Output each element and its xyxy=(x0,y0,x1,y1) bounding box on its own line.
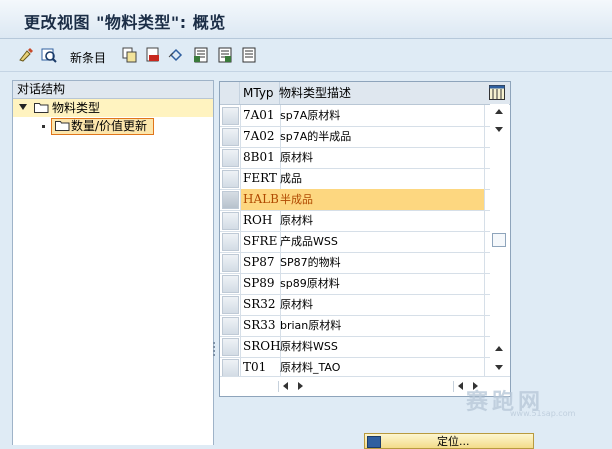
tree-bullet-icon xyxy=(42,125,45,128)
cell-mtyp[interactable]: SROH xyxy=(240,336,281,357)
cell-mtyp[interactable]: T01 xyxy=(240,357,281,378)
cell-mtyp[interactable]: 7A01 xyxy=(240,105,281,126)
row-selector[interactable] xyxy=(222,338,239,356)
cell-description[interactable]: brian原材料 xyxy=(278,315,485,336)
dialog-structure-header: 对话结构 xyxy=(13,81,213,99)
cell-description[interactable]: 原材料 xyxy=(278,210,485,231)
cell-mtyp[interactable]: SR32 xyxy=(240,294,281,315)
row-selector[interactable] xyxy=(222,296,239,314)
table-row[interactable]: 8B01 原材料 xyxy=(220,147,490,169)
table-row[interactable]: SFRE 产成品WSS xyxy=(220,231,490,253)
folder-icon xyxy=(55,121,70,131)
table-row[interactable]: FERT 成品 xyxy=(220,168,490,190)
cell-mtyp[interactable]: SP89 xyxy=(240,273,281,294)
row-selector[interactable] xyxy=(222,107,239,125)
scroll-down-icon[interactable] xyxy=(495,365,503,370)
table-row[interactable]: SR32 原材料 xyxy=(220,294,490,316)
cell-description[interactable]: 半成品 xyxy=(278,189,485,210)
cell-mtyp[interactable]: SP87 xyxy=(240,252,281,273)
position-button[interactable]: 定位... xyxy=(364,433,534,449)
row-selector[interactable] xyxy=(222,128,239,146)
panel-splitter[interactable] xyxy=(213,340,216,360)
cell-mtyp[interactable]: FERT xyxy=(240,168,281,189)
cell-description[interactable]: sp7A的半成品 xyxy=(278,126,485,147)
display-change-icon[interactable] xyxy=(18,47,34,63)
scroll-page-up-icon[interactable] xyxy=(495,346,503,351)
scroll-left-icon[interactable] xyxy=(458,382,463,390)
cell-mtyp[interactable]: 8B01 xyxy=(240,147,281,168)
row-selector[interactable] xyxy=(222,170,239,188)
table-row[interactable]: HALB 半成品 xyxy=(220,189,490,211)
expand-triangle-icon[interactable] xyxy=(19,104,27,110)
select-all-column-header[interactable] xyxy=(220,82,240,104)
table-header: MTyp 物料类型描述 xyxy=(220,82,510,105)
new-entries-button[interactable]: 新条目 xyxy=(70,49,106,66)
cell-description[interactable]: SP87的物料 xyxy=(278,252,485,273)
deselect-all-icon[interactable] xyxy=(241,47,257,63)
tree-node-label: 数量/价值更新 xyxy=(71,119,148,133)
cell-mtyp[interactable]: ROH xyxy=(240,210,281,231)
title-bar: 更改视图 "物料类型": 概览 xyxy=(0,0,612,39)
table-row[interactable]: 7A01 sp7A原材料 xyxy=(220,105,490,127)
column-header-mtyp[interactable]: MTyp xyxy=(240,82,280,104)
cell-mtyp[interactable]: SR33 xyxy=(240,315,281,336)
row-selector[interactable] xyxy=(222,254,239,272)
cell-description[interactable]: sp7A原材料 xyxy=(278,105,485,126)
table-row[interactable]: 7A02 sp7A的半成品 xyxy=(220,126,490,148)
table-row[interactable]: SR33 brian原材料 xyxy=(220,315,490,337)
position-icon xyxy=(367,436,381,448)
tree-node-quantity-value-update[interactable]: 数量/价值更新 xyxy=(13,117,213,135)
select-all-icon[interactable] xyxy=(193,47,209,63)
cell-description[interactable]: 原材料 xyxy=(278,147,485,168)
window-title: 更改视图 "物料类型": 概览 xyxy=(24,13,226,32)
vertical-scroll-thumb[interactable] xyxy=(492,233,506,247)
row-selector[interactable] xyxy=(222,212,239,230)
dialog-structure-panel: 对话结构 物料类型 数量/价值更新 xyxy=(12,80,214,445)
position-button-label: 定位... xyxy=(437,435,470,448)
row-selector[interactable] xyxy=(222,191,239,209)
table-settings-icon[interactable] xyxy=(489,85,505,100)
cell-description[interactable]: 原材料_TAO xyxy=(278,357,485,378)
row-selector[interactable] xyxy=(222,359,239,377)
cell-description[interactable]: 产成品WSS xyxy=(278,231,485,252)
table-row[interactable]: SROH 原材料WSS xyxy=(220,336,490,358)
select-block-icon[interactable] xyxy=(217,47,233,63)
column-header-description[interactable]: 物料类型描述 xyxy=(277,82,484,104)
scroll-left-icon[interactable] xyxy=(283,382,288,390)
scroll-page-down-icon[interactable] xyxy=(495,127,503,132)
table-row[interactable]: SP89 sp89原材料 xyxy=(220,273,490,295)
cell-description[interactable]: 成品 xyxy=(278,168,485,189)
row-selector[interactable] xyxy=(222,149,239,167)
cell-description[interactable]: sp89原材料 xyxy=(278,273,485,294)
row-selector[interactable] xyxy=(222,317,239,335)
row-selector[interactable] xyxy=(222,233,239,251)
other-view-icon[interactable] xyxy=(41,47,57,63)
application-toolbar: 新条目 xyxy=(0,39,612,72)
row-selector[interactable] xyxy=(222,275,239,293)
copy-icon[interactable] xyxy=(122,47,138,63)
cell-mtyp[interactable]: HALB xyxy=(240,189,281,210)
tree-node-label: 物料类型 xyxy=(52,101,101,115)
watermark: 赛跑网 www.51sap.com xyxy=(466,384,575,418)
delete-icon[interactable] xyxy=(145,47,161,63)
cell-mtyp[interactable]: SFRE xyxy=(240,231,281,252)
undo-icon[interactable] xyxy=(168,47,184,63)
tree-node-material-type[interactable]: 物料类型 xyxy=(13,99,213,117)
table-row[interactable]: ROH 原材料 xyxy=(220,210,490,232)
table-row[interactable]: SP87 SP87的物料 xyxy=(220,252,490,274)
watermark-subtext: www.51sap.com xyxy=(510,409,576,418)
cell-mtyp[interactable]: 7A02 xyxy=(240,126,281,147)
cell-description[interactable]: 原材料 xyxy=(278,294,485,315)
material-type-table: MTyp 物料类型描述 7A01 sp7A原材料 7A02 sp7A的半成品 8B01 原… xyxy=(219,81,511,397)
cell-description[interactable]: 原材料WSS xyxy=(278,336,485,357)
scroll-up-icon[interactable] xyxy=(495,109,503,114)
scroll-right-icon[interactable] xyxy=(298,382,303,390)
folder-open-icon xyxy=(34,103,49,113)
